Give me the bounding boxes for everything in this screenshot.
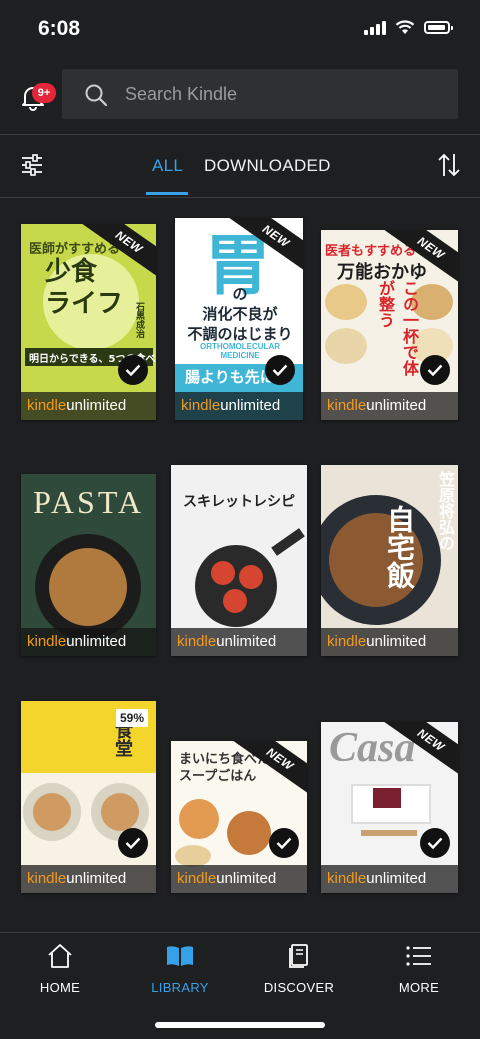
kindle-unlimited-label: kindleunlimited — [21, 628, 156, 656]
book-cover[interactable]: Casa NEW kindleunlimited — [321, 722, 458, 893]
food-image — [101, 793, 139, 831]
nav-discover-label: DISCOVER — [263, 980, 335, 995]
library-grid: 医師がすすめる 少食 ライフ 石黒成治 明日からできる、5つの食べ方 NEW k… — [0, 198, 480, 932]
nav-home-label: HOME — [39, 980, 81, 995]
discover-icon — [289, 944, 308, 968]
home-icon — [48, 944, 72, 968]
cover-title: スキレットレシピ — [183, 494, 295, 510]
kindle-unlimited-label: kindleunlimited — [321, 628, 458, 656]
status-time: 6:08 — [38, 17, 81, 40]
book-cover[interactable]: 医者もすすめる 万能おかゆ この一杯で体が整う NEW kindleunlimi… — [321, 230, 458, 420]
search-bar[interactable]: Search Kindle — [62, 69, 458, 119]
kindle-unlimited-label: kindleunlimited — [171, 628, 307, 656]
downloaded-check-icon — [118, 828, 148, 858]
nav-library[interactable]: LIBRARY — [135, 943, 225, 995]
cover-title: 少食 ライフ — [45, 257, 124, 319]
nav-home[interactable]: HOME — [15, 943, 105, 995]
tab-downloaded[interactable]: DOWNLOADED — [204, 156, 331, 176]
bowl-image — [227, 811, 271, 855]
filter-bar: ALL DOWNLOADED — [0, 135, 480, 197]
bowl-image — [325, 284, 367, 320]
wifi-icon — [395, 20, 415, 34]
kindle-unlimited-label: kindleunlimited — [21, 392, 156, 420]
top-bar: 9+ Search Kindle — [0, 58, 480, 134]
table-image — [361, 830, 417, 836]
downloaded-check-icon — [269, 828, 299, 858]
kindle-unlimited-label: kindleunlimited — [175, 392, 303, 420]
tomato-image — [239, 565, 263, 589]
book-cover[interactable]: 笠原将弘の 自宅飯 kindleunlimited — [321, 465, 458, 656]
bowl-image — [179, 799, 219, 839]
kindle-unlimited-label: kindleunlimited — [321, 392, 458, 420]
more-icon — [406, 946, 431, 966]
cover-title-top: 笠原将弘の — [436, 471, 455, 551]
filter-icon[interactable] — [20, 153, 44, 177]
nav-discover[interactable]: DISCOVER — [254, 943, 344, 995]
book-cover[interactable]: PASTA kindleunlimited — [21, 474, 156, 656]
downloaded-check-icon — [265, 355, 295, 385]
status-icons — [364, 20, 453, 35]
downloaded-check-icon — [118, 355, 148, 385]
bottom-nav: HOME LIBRARY DISCOVER MORE — [0, 932, 480, 1039]
kindle-unlimited-label: kindleunlimited — [21, 865, 156, 893]
nav-more[interactable]: MORE — [374, 943, 464, 995]
cover-title: PASTA — [33, 484, 144, 520]
home-indicator — [155, 1022, 325, 1028]
library-icon — [167, 946, 193, 966]
skillet-handle — [271, 528, 305, 556]
bowl-image — [175, 845, 211, 867]
book-cover[interactable]: 医師がすすめる 少食 ライフ 石黒成治 明日からできる、5つの食べ方 NEW k… — [21, 224, 156, 420]
tab-all[interactable]: ALL — [152, 156, 183, 176]
skillet-image — [195, 545, 277, 627]
sort-icon[interactable] — [437, 152, 461, 178]
cover-title-top: の 消化不良が 不調のはじまり — [187, 285, 293, 343]
kindle-unlimited-label: kindleunlimited — [171, 865, 307, 893]
search-icon — [85, 84, 108, 107]
search-placeholder: Search Kindle — [125, 84, 238, 104]
cover-extra: 腸よりも先に — [185, 368, 275, 386]
downloaded-check-icon — [420, 355, 450, 385]
cover-title: 自宅飯 — [383, 505, 416, 589]
active-tab-indicator — [146, 192, 188, 195]
painting-image — [373, 788, 401, 808]
nav-more-label: MORE — [398, 980, 440, 995]
book-cover[interactable]: 食堂 59% kindleunlimited — [21, 701, 156, 893]
reading-progress-badge: 59% — [115, 709, 148, 727]
nav-library-label: LIBRARY — [151, 980, 209, 995]
signal-icon — [364, 20, 386, 35]
notification-badge: 9+ — [32, 83, 56, 103]
cover-subtitle: この一杯で体が整う — [376, 280, 419, 376]
kindle-unlimited-label: kindleunlimited — [321, 865, 458, 893]
battery-icon — [424, 21, 453, 34]
book-cover[interactable]: 胃 の 消化不良が 不調のはじまり ORTHOMOLECULAR MEDICIN… — [175, 218, 303, 420]
book-cover[interactable]: まいにち食べたい スープごはん NEW kindleunlimited — [171, 741, 307, 893]
pasta-image — [49, 548, 127, 626]
cover-author: 石黒成治 — [134, 302, 144, 338]
tomato-image — [211, 561, 235, 585]
tomato-image — [223, 589, 247, 613]
bowl-image — [325, 328, 367, 364]
downloaded-check-icon — [420, 828, 450, 858]
book-cover[interactable]: スキレットレシピ kindleunlimited — [171, 465, 307, 656]
food-image — [33, 793, 71, 831]
status-bar: 6:08 — [0, 0, 480, 58]
